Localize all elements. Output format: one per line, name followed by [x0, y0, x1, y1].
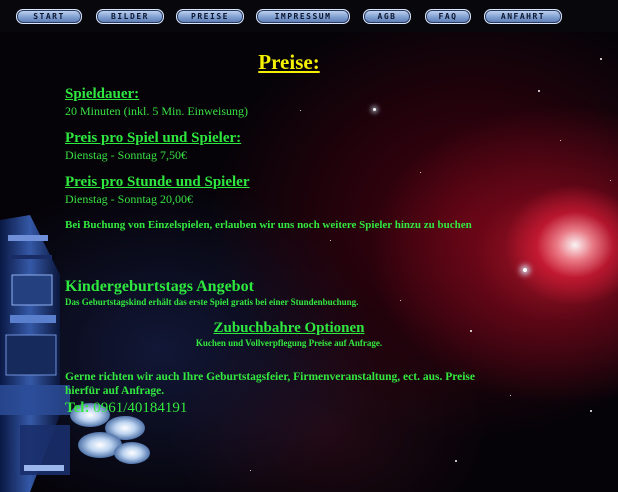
nav-faq-button[interactable]: FAQ [425, 9, 471, 24]
kinder-text: Das Geburtstagskind erhält das erste Spi… [65, 297, 359, 307]
kinder-heading: Kindergeburtstags Angebot [65, 278, 254, 295]
nav-start-button[interactable]: START [16, 9, 82, 24]
nav-anfahrt-button[interactable]: ANFAHRT [484, 9, 562, 24]
nav-agb-button[interactable]: AGB [363, 9, 411, 24]
spaceship-image [0, 215, 150, 492]
nav-preise-button[interactable]: PREISE [176, 9, 244, 24]
spieldauer-heading: Spieldauer: [65, 86, 140, 102]
phone-number[interactable]: 0961/40184191 [93, 400, 187, 416]
nav-bilder-button[interactable]: BILDER [96, 9, 164, 24]
contact-phone: Tel: 0961/40184191 [65, 400, 187, 417]
preis-spiel-text: Dienstag - Sonntag 7,50€ [65, 148, 187, 162]
contact-text-line1: Gerne richten wir auch Ihre Geburtstagsf… [65, 371, 475, 383]
nav-impressum-button[interactable]: IMPRESSUM [256, 9, 350, 24]
preis-stunde-text: Dienstag - Sonntag 20,00€ [65, 192, 193, 206]
einzelspiel-note: Bei Buchung von Einzelspielen, erlauben … [65, 219, 472, 231]
phone-label: Tel: [65, 400, 90, 416]
optionen-text: Kuchen und Vollverpflegung Preise auf An… [195, 338, 383, 348]
contact-text-line2: hierfür auf Anfrage. [65, 385, 165, 397]
preis-spiel-heading: Preis pro Spiel und Spieler: [65, 130, 242, 146]
page-title: Preise: [258, 50, 320, 74]
preis-stunde-heading: Preis pro Stunde und Spieler [65, 174, 250, 190]
optionen-heading: Zubuchbahre Optionen [213, 320, 365, 336]
spieldauer-text: 20 Minuten (inkl. 5 Min. Einweisung) [65, 104, 248, 118]
